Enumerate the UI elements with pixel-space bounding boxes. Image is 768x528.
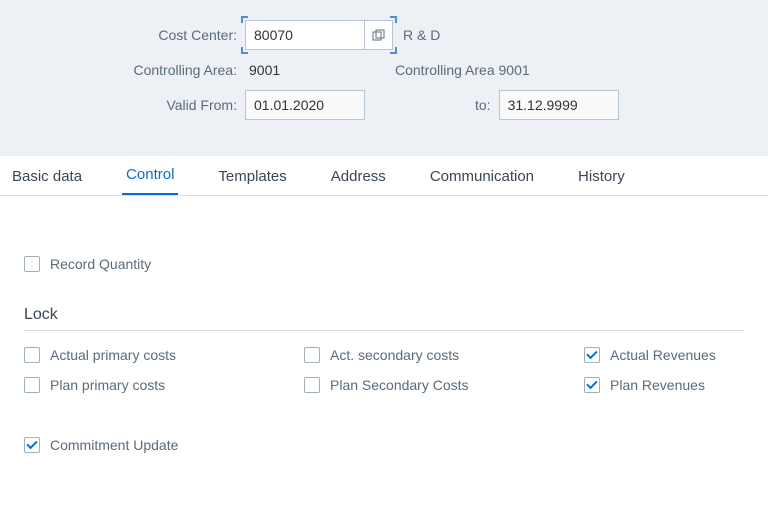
lock-divider: [24, 330, 744, 331]
tab-communication[interactable]: Communication: [426, 160, 538, 195]
cost-center-input[interactable]: 80070: [245, 20, 365, 50]
actual-primary-costs-label: Actual primary costs: [50, 347, 176, 363]
value-help-icon[interactable]: [365, 20, 393, 50]
act-secondary-costs-label: Act. secondary costs: [330, 347, 459, 363]
valid-from-input[interactable]: 01.01.2020: [245, 90, 365, 120]
tab-address[interactable]: Address: [327, 160, 390, 195]
cost-center-label: Cost Center:: [20, 27, 245, 43]
tab-basic-data[interactable]: Basic data: [8, 160, 86, 195]
valid-to-label: to:: [475, 97, 491, 113]
tab-bar: Basic data Control Templates Address Com…: [0, 156, 768, 196]
actual-revenues-checkbox[interactable]: [584, 347, 600, 363]
plan-revenues-checkbox[interactable]: [584, 377, 600, 393]
tab-content-control: Record Quantity Lock Actual primary cost…: [0, 196, 768, 473]
tab-templates[interactable]: Templates: [214, 160, 290, 195]
cost-center-desc: R & D: [403, 27, 440, 43]
controlling-area-desc: Controlling Area 9001: [395, 62, 530, 78]
record-quantity-checkbox[interactable]: [24, 256, 40, 272]
plan-secondary-costs-label: Plan Secondary Costs: [330, 377, 469, 393]
controlling-area-label: Controlling Area:: [20, 62, 245, 78]
commitment-update-checkbox[interactable]: [24, 437, 40, 453]
record-quantity-label: Record Quantity: [50, 256, 151, 272]
commitment-update-label: Commitment Update: [50, 437, 178, 453]
valid-from-label: Valid From:: [20, 97, 245, 113]
plan-secondary-costs-checkbox[interactable]: [304, 377, 320, 393]
controlling-area-value: 9001: [245, 62, 345, 78]
plan-primary-costs-checkbox[interactable]: [24, 377, 40, 393]
plan-primary-costs-label: Plan primary costs: [50, 377, 165, 393]
valid-to-input[interactable]: 31.12.9999: [499, 90, 619, 120]
lock-grid: Actual primary costs Act. secondary cost…: [24, 347, 744, 393]
actual-revenues-label: Actual Revenues: [610, 347, 716, 363]
actual-primary-costs-checkbox[interactable]: [24, 347, 40, 363]
act-secondary-costs-checkbox[interactable]: [304, 347, 320, 363]
tab-history[interactable]: History: [574, 160, 629, 195]
header-form: Cost Center: 80070 R & D Controlling Are…: [0, 0, 768, 156]
lock-section-title: Lock: [24, 306, 744, 324]
tab-control[interactable]: Control: [122, 158, 178, 195]
plan-revenues-label: Plan Revenues: [610, 377, 705, 393]
